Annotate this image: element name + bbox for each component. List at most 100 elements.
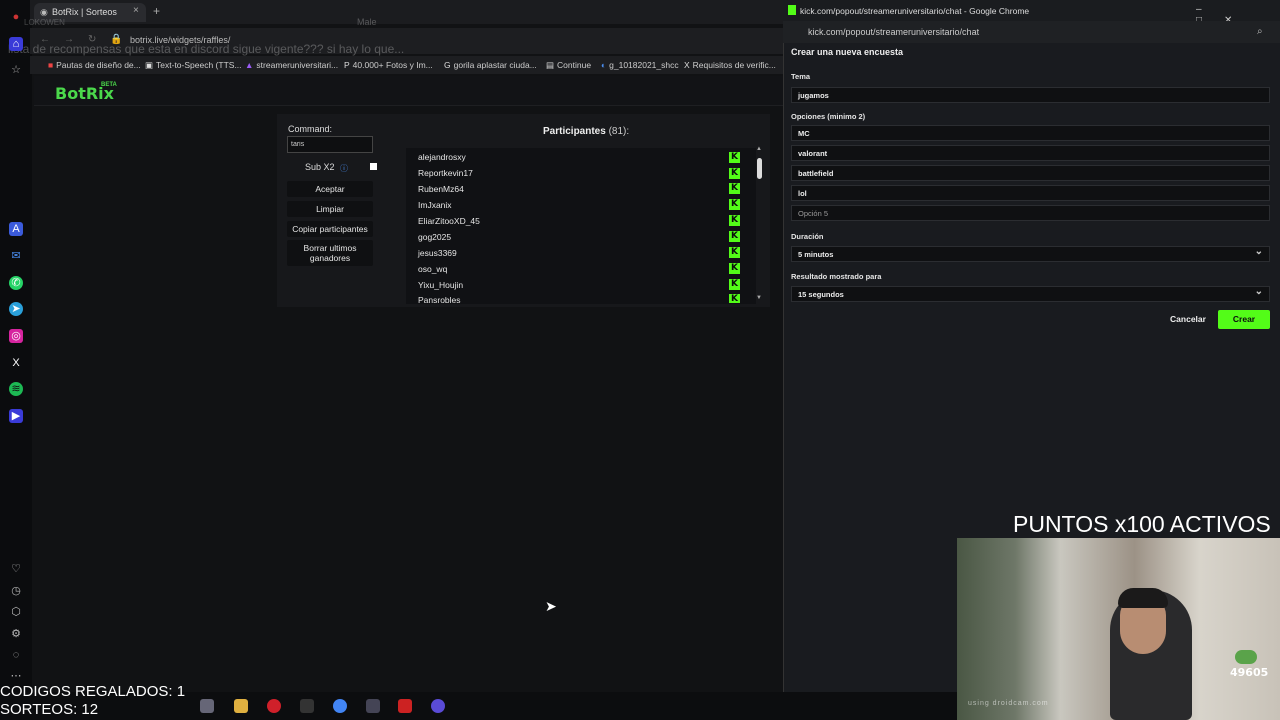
streaming-app-icon[interactable] xyxy=(431,699,445,713)
tab-close-icon[interactable]: × xyxy=(133,5,139,16)
kick-icon: K xyxy=(729,183,740,194)
player-icon[interactable]: ▶ xyxy=(9,409,23,423)
frog-emote-icon xyxy=(1235,650,1257,664)
ghost-username: LOKOWEN xyxy=(24,18,65,27)
stream-stats: CODIGOS REGALADOS: 1 SORTEOS: 12 xyxy=(0,683,185,719)
bookmark-icon: ▣ xyxy=(145,60,154,70)
info-icon[interactable]: ⓘ xyxy=(340,163,348,174)
points-counter: 49605 xyxy=(1230,666,1269,679)
bookmark-item[interactable]: Ggorila aplastar ciuda... xyxy=(444,60,537,70)
bookmark-icon: ■ xyxy=(48,60,54,70)
list-item: Yixu_Houjin xyxy=(418,280,464,290)
ghost-male-label: Male xyxy=(357,17,377,27)
bookmark-icon: P xyxy=(344,60,350,70)
sub-multiplier-label: Sub X2 xyxy=(305,162,335,172)
opera-icon[interactable]: ● xyxy=(9,10,23,24)
points-banner: PUNTOS x100 ACTIVOS xyxy=(1013,511,1271,537)
app-store-icon[interactable]: A xyxy=(9,222,23,236)
accept-button[interactable]: Aceptar xyxy=(287,181,373,197)
more-icon[interactable]: ⋯ xyxy=(9,669,23,683)
kick-icon: K xyxy=(729,294,740,303)
option-input-3[interactable]: battlefield xyxy=(791,165,1270,181)
codes-given-count: CODIGOS REGALADOS: 1 xyxy=(0,683,186,700)
bookmark-icon: ◐ xyxy=(601,60,607,70)
scrollbar-thumb[interactable] xyxy=(757,158,762,179)
participants-title: Participantes (81): xyxy=(543,126,630,137)
bookmark-item[interactable]: ▤ Continue xyxy=(546,60,591,71)
kick-icon: K xyxy=(729,152,740,163)
lightbulb-icon[interactable]: ◌ xyxy=(9,648,23,662)
chrome-icon[interactable] xyxy=(333,699,347,713)
window-app-icon[interactable] xyxy=(366,699,380,713)
result-duration-label: Resultado mostrado para xyxy=(791,272,882,281)
create-button[interactable]: Crear xyxy=(1218,310,1270,329)
telegram-icon[interactable]: ➤ xyxy=(9,302,23,316)
droidcam-watermark: using droidcam.com xyxy=(968,700,1049,707)
option-input-1[interactable]: MC xyxy=(791,125,1270,141)
kick-icon: K xyxy=(729,247,740,258)
copy-participants-button[interactable]: Copiar participantes xyxy=(287,221,373,237)
opera-taskbar-icon[interactable] xyxy=(267,699,281,713)
instagram-icon[interactable]: ◎ xyxy=(9,329,23,343)
bookmark-icon: ▤ xyxy=(546,60,555,70)
option-input-5[interactable]: Opción 5 xyxy=(791,205,1270,221)
list-item: Pansrobles xyxy=(418,295,461,304)
duration-select[interactable]: 5 minutos xyxy=(791,246,1270,262)
scroll-up-icon[interactable]: ▲ xyxy=(756,146,762,152)
result-duration-select[interactable]: 15 segundos xyxy=(791,286,1270,302)
history-icon[interactable]: ◷ xyxy=(9,584,23,598)
delete-last-winners-button[interactable]: Borrar ultimos ganadores xyxy=(287,240,373,266)
cancel-button[interactable]: Cancelar xyxy=(1163,310,1213,329)
bookmark-item[interactable]: X Requisitos de verific... xyxy=(684,60,776,70)
spotify-icon[interactable]: ≋ xyxy=(9,382,23,396)
bookmark-item[interactable]: ■ Pautas de diseño de... xyxy=(48,60,141,70)
topic-label: Tema xyxy=(791,72,811,81)
poll-heading: Crear una nueva encuesta xyxy=(791,47,904,57)
tab-favicon-icon: ◉ xyxy=(40,7,48,17)
kick-icon: K xyxy=(729,168,740,179)
heart-icon[interactable]: ♡ xyxy=(9,562,23,576)
window-title: kick.com/popout/streameruniversitario/ch… xyxy=(800,6,1030,16)
search-icon[interactable]: ⌕ xyxy=(1257,26,1263,37)
bookmark-item[interactable]: P 40.000+ Fotos y Im... xyxy=(344,60,433,70)
kick-icon: K xyxy=(729,279,740,290)
red-app-icon[interactable] xyxy=(398,699,412,713)
options-label: Opciones (minimo 2) xyxy=(791,112,866,121)
taskbar-app-icon[interactable] xyxy=(200,699,214,713)
list-item: jesus3369 xyxy=(418,248,457,258)
list-item: oso_wq xyxy=(418,264,448,274)
list-item: Reportkevin17 xyxy=(418,168,473,178)
legends-icon[interactable] xyxy=(300,699,314,713)
kick-url-text[interactable]: kick.com/popout/streameruniversitario/ch… xyxy=(808,27,979,37)
new-tab-button[interactable]: + xyxy=(153,4,160,18)
file-explorer-icon[interactable] xyxy=(234,699,248,713)
bookmark-icon: G xyxy=(444,60,451,70)
kick-icon: K xyxy=(729,263,740,274)
bookmark-item[interactable]: ▣ Text-to-Speech (TTS... xyxy=(145,60,242,71)
kick-icon: K xyxy=(729,215,740,226)
cube-icon[interactable]: ⬡ xyxy=(9,605,23,619)
topic-input[interactable]: jugamos xyxy=(791,87,1270,103)
kick-icon: K xyxy=(729,199,740,210)
star-icon[interactable]: ☆ xyxy=(9,63,23,77)
list-item: EliarZitooXD_45 xyxy=(418,216,480,226)
clear-button[interactable]: Limpiar xyxy=(287,201,373,217)
beta-badge: BETA xyxy=(101,82,117,88)
participants-count: (81): xyxy=(608,126,630,137)
bookmark-icon: ▲ xyxy=(245,60,254,70)
command-input[interactable] xyxy=(287,136,373,153)
messenger-icon[interactable]: ✉ xyxy=(9,249,23,263)
raffles-count: SORTEOS: 12 xyxy=(0,701,99,718)
option-input-4[interactable]: lol xyxy=(791,185,1270,201)
bookmark-item[interactable]: ◐ g_10182021_shcc xyxy=(601,60,679,70)
home-icon[interactable]: ⌂ xyxy=(9,37,23,51)
bookmark-item[interactable]: ▲ streameruniversitari... xyxy=(245,60,338,70)
settings-icon[interactable]: ⚙ xyxy=(9,627,23,641)
scroll-down-icon[interactable]: ▼ xyxy=(756,295,762,301)
whatsapp-icon[interactable]: ✆ xyxy=(9,276,23,290)
list-item: ImJxanix xyxy=(418,200,452,210)
option-input-2[interactable]: valorant xyxy=(791,145,1270,161)
list-item: gog2025 xyxy=(418,232,452,242)
x-icon[interactable]: X xyxy=(9,356,23,370)
sub-x2-checkbox[interactable] xyxy=(370,163,377,170)
